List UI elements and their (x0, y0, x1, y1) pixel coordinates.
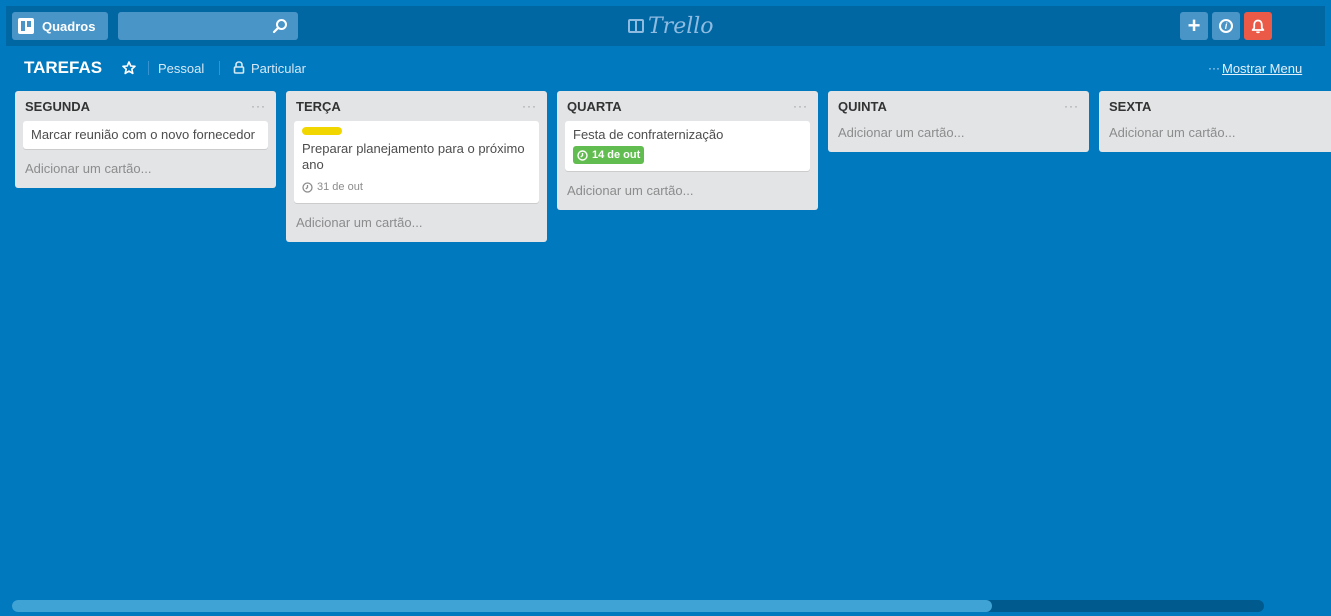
list-title[interactable]: QUINTA (838, 99, 887, 114)
list-header: QUINTA ··· (836, 91, 1081, 121)
boards-button-label: Quadros (42, 18, 96, 34)
board-visibility[interactable]: Particular (251, 61, 306, 76)
list-title[interactable]: TERÇA (296, 99, 341, 114)
add-card-button[interactable]: Adicionar um cartão... (836, 121, 1081, 152)
card-label-yellow (302, 127, 342, 135)
card-title: Preparar planejamento para o próximo ano (302, 141, 525, 172)
clock-icon (302, 181, 313, 193)
card-title: Festa de confraternização (573, 127, 724, 142)
show-menu-link[interactable]: Mostrar Menu (1222, 61, 1302, 76)
add-card-button[interactable]: Adicionar um cartão... (294, 211, 539, 242)
trello-logo-icon (628, 19, 644, 33)
separator (148, 61, 149, 75)
lock-icon (233, 61, 245, 74)
list-header: QUARTA ··· (565, 91, 810, 121)
info-icon: i (1219, 19, 1233, 33)
separator (219, 61, 220, 75)
list-title[interactable]: SEXTA (1109, 99, 1151, 114)
menu-dots-icon[interactable]: ··· (1208, 61, 1220, 75)
card[interactable]: Festa de confraternização 14 de out (565, 121, 810, 171)
list-header: TERÇA ··· (294, 91, 539, 121)
due-date-badge: 31 de out (302, 179, 363, 195)
search-input[interactable] (118, 12, 298, 40)
list-menu-icon[interactable]: ··· (793, 99, 808, 113)
list-menu-icon[interactable]: ··· (1064, 99, 1079, 113)
list-quarta: QUARTA ··· Festa de confraternização 14 … (557, 91, 818, 210)
list-segunda: SEGUNDA ··· Marcar reunião com o novo fo… (15, 91, 276, 188)
list-title[interactable]: SEGUNDA (25, 99, 90, 114)
top-header: Quadros Trello + i (6, 6, 1325, 46)
list-menu-icon[interactable]: ··· (251, 99, 266, 113)
card[interactable]: Marcar reunião com o novo fornecedor (23, 121, 268, 149)
list-header: SEXTA (1107, 91, 1323, 121)
add-button[interactable]: + (1180, 12, 1208, 40)
list-menu-icon[interactable]: ··· (522, 99, 537, 113)
list-title[interactable]: QUARTA (567, 99, 622, 114)
card[interactable]: Preparar planejamento para o próximo ano… (294, 121, 539, 203)
bell-icon (1251, 19, 1265, 33)
due-date: 31 de out (317, 181, 363, 193)
search-icon[interactable] (272, 18, 288, 34)
board-team[interactable]: Pessoal (158, 61, 204, 76)
horizontal-scrollbar-thumb[interactable] (12, 600, 992, 612)
list-header: SEGUNDA ··· (23, 91, 268, 121)
plus-icon: + (1187, 13, 1201, 38)
board-title[interactable]: TAREFAS (24, 58, 102, 78)
due-date: 14 de out (592, 149, 641, 161)
boards-button[interactable]: Quadros (12, 12, 108, 40)
clock-icon (577, 149, 588, 161)
boards-icon (18, 18, 34, 34)
add-card-button[interactable]: Adicionar um cartão... (1107, 121, 1323, 152)
add-card-button[interactable]: Adicionar um cartão... (565, 179, 810, 210)
trello-logo[interactable]: Trello (628, 13, 714, 39)
info-button[interactable]: i (1212, 12, 1240, 40)
add-card-button[interactable]: Adicionar um cartão... (23, 157, 268, 188)
trello-logo-text: Trello (648, 13, 714, 39)
list-quinta: QUINTA ··· Adicionar um cartão... (828, 91, 1089, 152)
list-sexta: SEXTA Adicionar um cartão... (1099, 91, 1331, 152)
card-title: Marcar reunião com o novo fornecedor (31, 127, 256, 142)
due-date-badge: 14 de out (573, 146, 645, 164)
notifications-button[interactable] (1244, 12, 1272, 40)
star-icon[interactable] (122, 61, 136, 75)
list-terca: TERÇA ··· Preparar planejamento para o p… (286, 91, 547, 242)
